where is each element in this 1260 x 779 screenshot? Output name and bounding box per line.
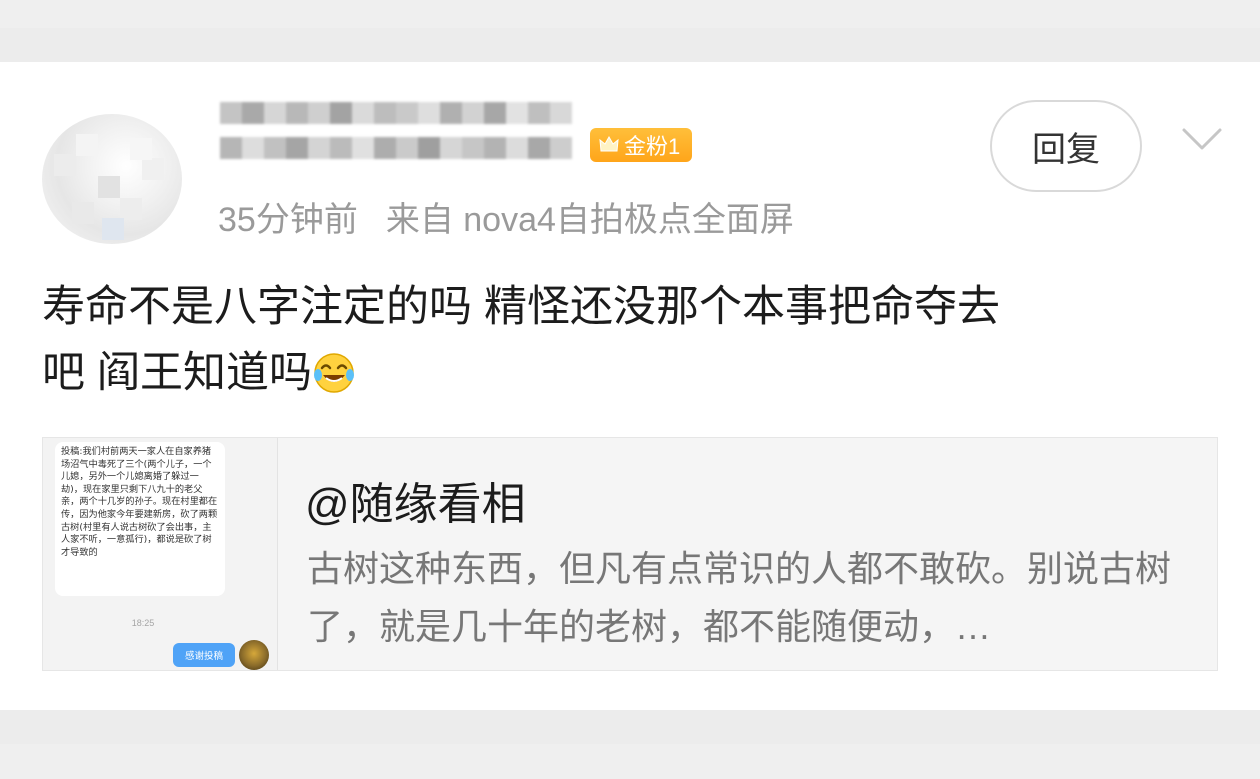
badge-label: 金粉1 — [624, 134, 681, 159]
shared-post-description: 古树这种东西，但凡有点常识的人都不敢砍。别说古树了，就是几十年的老树，都不能随便… — [307, 548, 1172, 647]
comment-source: 来自 nova4自拍极点全面屏 — [385, 201, 794, 239]
comment-meta: 35分钟前 来自 nova4自拍极点全面屏 — [218, 192, 794, 241]
laughing-crying-emoji-icon — [312, 348, 356, 393]
reply-button[interactable]: 回复 — [990, 100, 1142, 192]
avatar[interactable] — [42, 114, 182, 244]
chevron-down-icon[interactable] — [1180, 124, 1224, 154]
comment-time: 35分钟前 — [218, 201, 358, 239]
crown-icon — [598, 134, 620, 156]
fan-level-badge: 金粉1 — [590, 128, 693, 162]
username-blurred[interactable] — [220, 102, 590, 172]
bottom-separator — [0, 710, 1260, 779]
thumbnail-thanks-bubble: 感谢投稿 — [173, 643, 235, 667]
thumbnail-avatar — [239, 640, 269, 670]
shared-post-card[interactable]: 投稿:我们村前两天一家人在自家养猪场沼气中毒死了三个(两个儿子，一个儿媳，另外一… — [42, 437, 1218, 671]
comment-text-line2: 吧 阎王知道吗 — [42, 349, 312, 397]
comment-text-line1: 寿命不是八字注定的吗 精怪还没那个本事把命夺去 — [42, 283, 1000, 331]
thumbnail-message-bubble: 投稿:我们村前两天一家人在自家养猪场沼气中毒死了三个(两个儿子，一个儿媳，另外一… — [55, 442, 225, 596]
comment-text: 寿命不是八字注定的吗 精怪还没那个本事把命夺去 吧 阎王知道吗 — [42, 274, 1212, 406]
comment-card: 金粉1 35分钟前 来自 nova4自拍极点全面屏 回复 寿命不是八字注定的吗 精… — [0, 62, 1260, 710]
top-separator — [0, 0, 1260, 62]
thumbnail-time: 18:25 — [131, 618, 155, 628]
shared-post-author[interactable]: @随缘看相 — [305, 468, 526, 532]
shared-post-thumbnail[interactable]: 投稿:我们村前两天一家人在自家养猪场沼气中毒死了三个(两个儿子，一个儿媳，另外一… — [43, 438, 278, 670]
